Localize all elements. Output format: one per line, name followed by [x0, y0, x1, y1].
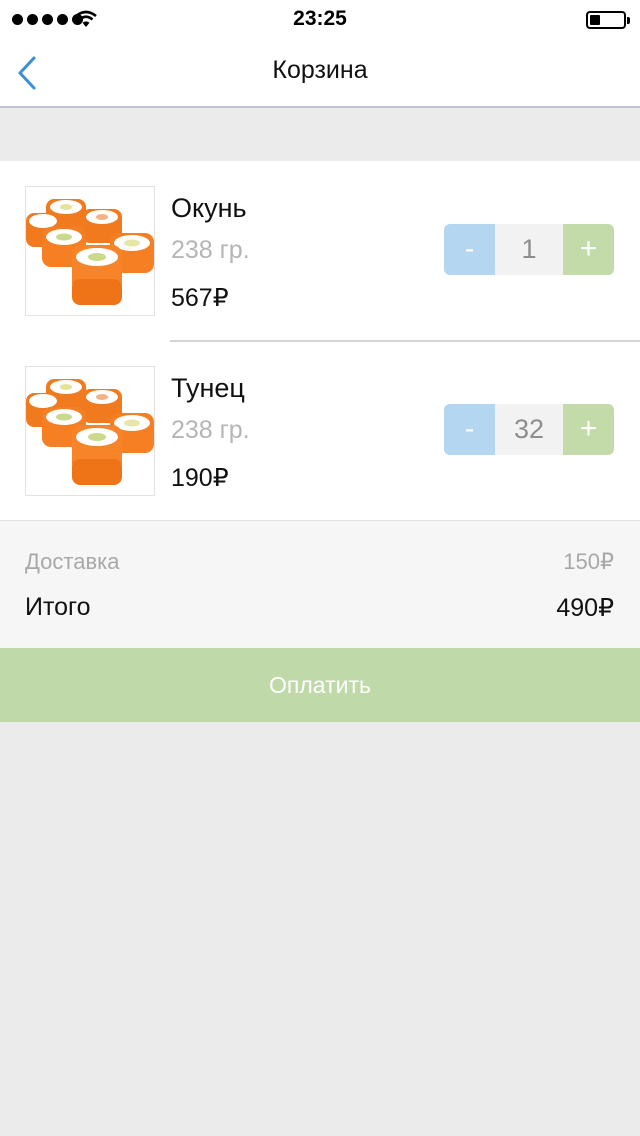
nav-bar: Корзина — [0, 40, 640, 108]
quantity-value: 1 — [495, 224, 563, 275]
item-price: 567₽ — [171, 284, 229, 312]
increase-button[interactable]: + — [563, 224, 614, 275]
quantity-value: 32 — [495, 404, 563, 455]
decrease-button[interactable]: - — [444, 404, 495, 455]
quantity-stepper: - 32 + — [444, 404, 614, 455]
item-name: Тунец — [171, 373, 245, 403]
sushi-roll-image — [25, 186, 155, 316]
battery-icon — [586, 11, 630, 29]
total-label: Итого — [25, 593, 91, 621]
item-weight: 238 гр. — [171, 236, 250, 264]
cart-item: Окунь 238 гр. 567₽ - 1 + — [0, 161, 640, 342]
sushi-roll-image — [25, 366, 155, 496]
cart-item: Тунец 238 гр. 190₽ - 32 + — [0, 341, 640, 521]
increase-button[interactable]: + — [563, 404, 614, 455]
page-title: Корзина — [272, 56, 368, 84]
cart-list: Окунь 238 гр. 567₽ - 1 + Тунец 238 гр. 1… — [0, 161, 640, 520]
quantity-stepper: - 1 + — [444, 224, 614, 275]
decrease-button[interactable]: - — [444, 224, 495, 275]
order-summary: Доставка 150₽ Итого 490₽ — [0, 520, 640, 648]
delivery-value: 150₽ — [563, 549, 614, 574]
item-weight: 238 гр. — [171, 416, 250, 444]
item-name: Окунь — [171, 193, 247, 223]
pay-button[interactable]: Оплатить — [0, 648, 640, 722]
status-time: 23:25 — [293, 7, 347, 30]
total-value: 490₽ — [556, 594, 614, 622]
status-bar: 23:25 — [0, 0, 640, 40]
delivery-label: Доставка — [25, 549, 120, 574]
item-price: 190₽ — [171, 464, 229, 492]
